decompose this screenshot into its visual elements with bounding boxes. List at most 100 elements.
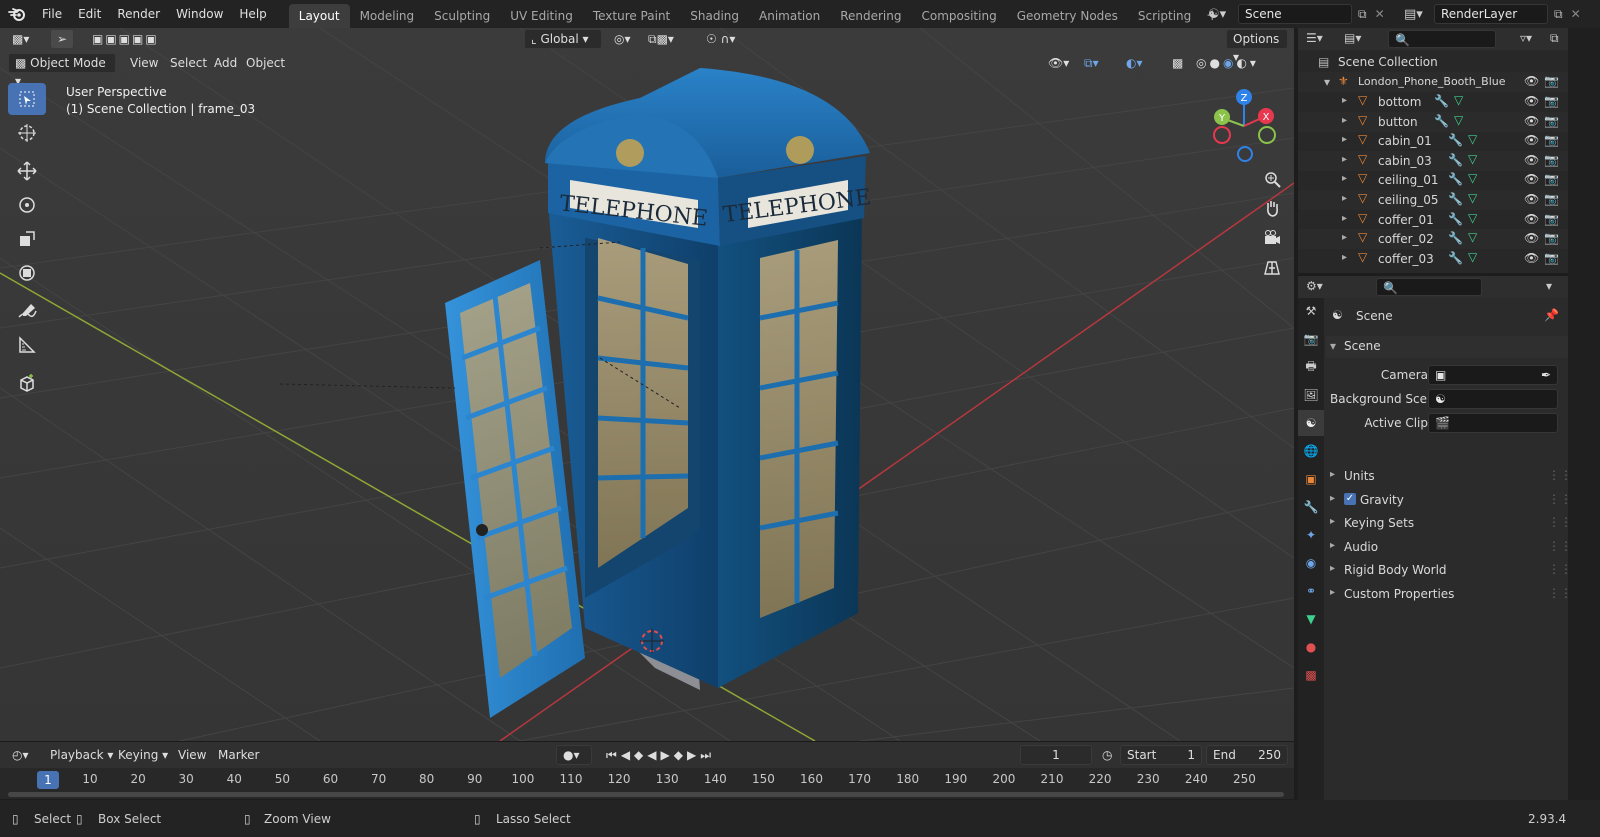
- editor-type-icon[interactable]: ▩▾: [6, 29, 35, 49]
- expand-arrow-icon[interactable]: ▸: [1342, 232, 1347, 243]
- pan-hand-icon[interactable]: [1258, 194, 1286, 222]
- modifier-icon[interactable]: 🔧: [1434, 94, 1449, 108]
- playback-controls[interactable]: ⏮◀◆◀▶◆▶⏭: [600, 745, 721, 765]
- render-camera-icon[interactable]: 📷: [1544, 172, 1559, 186]
- new-scene-icon[interactable]: ⧉: [1358, 7, 1367, 22]
- data-tab-icon[interactable]: ▼: [1298, 606, 1324, 632]
- select-box-tool-icon[interactable]: [8, 83, 46, 115]
- eye-icon[interactable]: 👁: [1524, 153, 1539, 167]
- menu-window[interactable]: Window: [168, 0, 231, 28]
- background-scene-field[interactable]: ☯: [1428, 389, 1558, 409]
- viewport-menu-view[interactable]: View: [124, 53, 164, 73]
- render-camera-icon[interactable]: 📷: [1544, 94, 1559, 108]
- viewlayer-icon[interactable]: ▤▾: [1404, 7, 1434, 22]
- timeline-ruler[interactable]: 1 10 20 30 40 50 60 70 80 90 100 110 120 130 140 150 16…: [0, 768, 1294, 790]
- scene-name-field[interactable]: Scene: [1238, 4, 1352, 24]
- shading-mode-icons[interactable]: ◎●◉◐▾: [1190, 53, 1265, 73]
- mesh-data-icon[interactable]: ▽: [1468, 171, 1477, 185]
- outliner-row-object[interactable]: ▸ ▽ cabin_03 🔧 ▽ 👁 📷: [1298, 150, 1568, 171]
- next-keyframe-icon[interactable]: ◆▶: [674, 748, 700, 762]
- cursor-tool-icon[interactable]: [8, 117, 46, 149]
- expand-arrow-icon[interactable]: ▸: [1342, 213, 1347, 224]
- render-camera-icon[interactable]: 📷: [1544, 153, 1559, 167]
- properties-search-input[interactable]: 🔍: [1376, 278, 1482, 296]
- menu-file[interactable]: File: [34, 0, 70, 28]
- camera-view-icon[interactable]: [1258, 224, 1286, 252]
- eyedropper-icon[interactable]: ✒: [1541, 366, 1551, 384]
- particles-tab-icon[interactable]: ✦: [1298, 522, 1324, 548]
- modifier-icon[interactable]: 🔧: [1448, 153, 1463, 167]
- collapsed-panel-audio[interactable]: ▸ Audio ⋮⋮: [1326, 537, 1568, 559]
- mesh-data-icon[interactable]: ▽: [1454, 93, 1463, 107]
- new-collection-icon[interactable]: ⧉: [1550, 31, 1559, 46]
- view-layer-tab-icon[interactable]: 🖼: [1298, 382, 1324, 408]
- render-camera-icon[interactable]: 📷: [1544, 114, 1559, 128]
- mesh-data-icon[interactable]: ▽: [1468, 191, 1477, 205]
- expand-arrow-icon[interactable]: ▸: [1342, 95, 1347, 106]
- viewport-menu-object[interactable]: Object: [240, 53, 291, 73]
- pin-icon[interactable]: 📌: [1544, 308, 1559, 322]
- mesh-data-icon[interactable]: ▽: [1468, 132, 1477, 146]
- eye-icon[interactable]: 👁: [1524, 94, 1539, 108]
- output-tab-icon[interactable]: 🖶: [1298, 354, 1324, 380]
- pivot-point-icon[interactable]: ◎▾: [608, 29, 637, 49]
- collapsed-panel-keying-sets[interactable]: ▸ Keying Sets ⋮⋮: [1326, 513, 1568, 535]
- play-icon[interactable]: ▶: [661, 748, 674, 762]
- filter-icon[interactable]: ▿▾: [1520, 31, 1532, 45]
- expand-arrow-icon[interactable]: ▸: [1342, 115, 1347, 126]
- mesh-data-icon[interactable]: ▽: [1468, 250, 1477, 264]
- render-camera-icon[interactable]: 📷: [1544, 251, 1559, 265]
- eye-icon[interactable]: 👁: [1524, 212, 1539, 226]
- eye-icon[interactable]: 👁: [1524, 74, 1539, 88]
- drag-handle-icon[interactable]: ⋮⋮: [1548, 539, 1568, 553]
- rotate-tool-icon[interactable]: [8, 189, 46, 221]
- mesh-data-icon[interactable]: ▽: [1454, 113, 1463, 127]
- outliner-row-object[interactable]: ▸ ▽ coffer_03 🔧 ▽ 👁 📷: [1298, 249, 1568, 269]
- xray-toggle-icon[interactable]: ▩: [1166, 53, 1189, 73]
- scene-tab-icon[interactable]: ☯: [1298, 410, 1324, 436]
- viewlayer-name-field[interactable]: RenderLayer: [1434, 4, 1548, 24]
- render-camera-icon[interactable]: 📷: [1544, 231, 1559, 245]
- outliner-row-object[interactable]: ▸ ▽ button 🔧 ▽ 👁 📷: [1298, 111, 1568, 132]
- texture-tab-icon[interactable]: ▩: [1298, 662, 1324, 688]
- drag-handle-icon[interactable]: ⋮⋮: [1548, 468, 1568, 482]
- modifier-icon[interactable]: 🔧: [1448, 192, 1463, 206]
- properties-editor-icon[interactable]: ⚙▾: [1306, 279, 1323, 293]
- object-tab-icon[interactable]: ▣: [1298, 466, 1324, 492]
- jump-start-icon[interactable]: ⏮: [606, 748, 621, 762]
- expand-arrow-icon[interactable]: ▸: [1342, 173, 1347, 184]
- render-tab-icon[interactable]: 📷: [1298, 326, 1324, 352]
- eye-icon[interactable]: 👁: [1524, 251, 1539, 265]
- tab-shading[interactable]: Shading: [680, 4, 749, 28]
- timeline-menu-playback[interactable]: Playback ▾: [44, 745, 119, 765]
- options-dropdown[interactable]: Options ▾: [1226, 29, 1288, 64]
- proportional-edit-icon[interactable]: ☉ ∩▾: [700, 29, 741, 49]
- start-frame-field[interactable]: Start 1: [1120, 745, 1202, 765]
- transform-orientation-dropdown[interactable]: ⌞ Global ▾: [524, 29, 602, 49]
- expand-arrow-icon[interactable]: ▸: [1342, 154, 1347, 165]
- 3d-viewport[interactable]: TELEPHONE TELEPHONE Z X Y ▩▾ ➢ ▣▣▣▣▣ ⌞ G…: [0, 28, 1294, 741]
- menu-edit[interactable]: Edit: [70, 0, 109, 28]
- eye-icon[interactable]: 👁: [1524, 231, 1539, 245]
- tab-sculpting[interactable]: Sculpting: [424, 4, 500, 28]
- transform-tool-icon[interactable]: [8, 257, 46, 289]
- drag-handle-icon[interactable]: ⋮⋮: [1548, 515, 1568, 529]
- tab-compositing[interactable]: Compositing: [911, 4, 1006, 28]
- outliner-row-object[interactable]: ▸ ▽ coffer_01 🔧 ▽ 👁 📷: [1298, 210, 1568, 230]
- outliner-row-collection[interactable]: ▾ ⚜ London_Phone_Booth_Blue 👁 📷: [1298, 72, 1568, 92]
- current-frame-field[interactable]: 1: [1020, 745, 1092, 765]
- jump-end-icon[interactable]: ⏭: [700, 748, 715, 762]
- measure-tool-icon[interactable]: [8, 329, 46, 361]
- annotate-tool-icon[interactable]: [8, 295, 46, 327]
- eye-icon[interactable]: 👁: [1524, 114, 1539, 128]
- playhead-frame[interactable]: 1: [37, 771, 59, 789]
- drag-handle-icon[interactable]: ⋮⋮: [1548, 586, 1568, 600]
- eye-icon[interactable]: 👁: [1524, 192, 1539, 206]
- material-tab-icon[interactable]: ●: [1298, 634, 1324, 660]
- menu-render[interactable]: Render: [109, 0, 168, 28]
- timeline-menu-keying[interactable]: Keying ▾: [112, 745, 174, 765]
- properties-options-icon[interactable]: ▾: [1546, 279, 1552, 293]
- eye-icon[interactable]: 👁: [1524, 172, 1539, 186]
- render-camera-icon[interactable]: 📷: [1544, 133, 1559, 147]
- modifier-icon[interactable]: 🔧: [1434, 114, 1449, 128]
